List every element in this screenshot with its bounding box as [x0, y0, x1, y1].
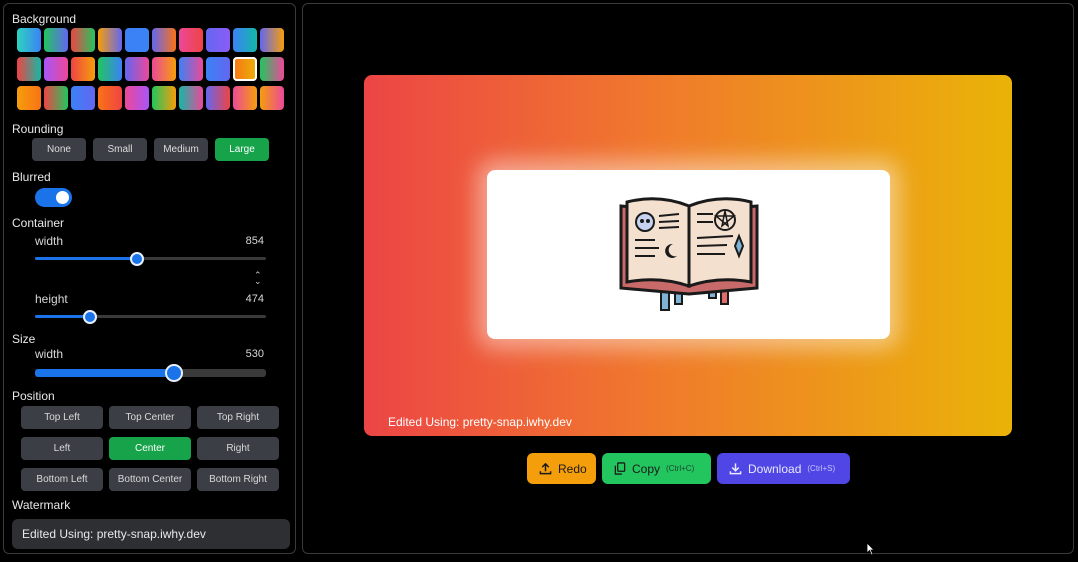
- slider-fill: [35, 369, 174, 377]
- size-width-slider[interactable]: [35, 364, 266, 382]
- background-swatch[interactable]: [152, 28, 176, 52]
- slider-fill: [35, 257, 137, 260]
- copy-shortcut: (Ctrl+C): [666, 464, 695, 473]
- settings-sidebar: Background Rounding None Small Medium Large…: [3, 3, 296, 554]
- position-right-button[interactable]: Right: [197, 437, 279, 460]
- background-swatch[interactable]: [71, 86, 95, 110]
- copy-button[interactable]: Copy (Ctrl+C): [602, 453, 711, 484]
- rounding-large-button[interactable]: Large: [215, 138, 269, 161]
- position-left-button[interactable]: Left: [21, 437, 103, 460]
- blurred-label: Blurred: [12, 170, 51, 184]
- mouse-pointer-icon: [866, 542, 875, 556]
- background-swatch[interactable]: [44, 28, 68, 52]
- position-bottom-right-button[interactable]: Bottom Right: [197, 468, 279, 491]
- rounding-medium-button[interactable]: Medium: [154, 138, 208, 161]
- download-button[interactable]: Download (Ctrl+S): [717, 453, 850, 484]
- background-swatch[interactable]: [98, 57, 122, 81]
- redo-label: Redo: [558, 461, 587, 476]
- container-width-slider[interactable]: [35, 251, 266, 266]
- rounding-label: Rounding: [12, 122, 64, 136]
- watermark-input[interactable]: [12, 519, 290, 549]
- position-bottom-center-button[interactable]: Bottom Center: [109, 468, 191, 491]
- background-swatch[interactable]: [206, 86, 230, 110]
- preview-watermark: Edited Using: pretty-snap.iwhy.dev: [388, 415, 572, 429]
- background-swatch[interactable]: [179, 28, 203, 52]
- background-swatch[interactable]: [179, 86, 203, 110]
- blurred-toggle[interactable]: [35, 188, 72, 207]
- position-options: Top Left Top Center Top Right Left Center Rig…: [21, 406, 279, 491]
- height-spinner-icon[interactable]: ⌃ ⌄: [254, 271, 262, 286]
- size-width-value: 530: [245, 348, 264, 360]
- background-swatch[interactable]: [17, 28, 41, 52]
- background-swatch[interactable]: [71, 57, 95, 81]
- background-swatch[interactable]: [260, 28, 284, 52]
- download-shortcut: (Ctrl+S): [807, 464, 836, 473]
- background-swatch[interactable]: [98, 28, 122, 52]
- position-label: Position: [12, 389, 55, 403]
- background-swatch[interactable]: [152, 57, 176, 81]
- background-swatch[interactable]: [206, 57, 230, 81]
- slider-thumb[interactable]: [83, 309, 98, 324]
- background-swatch[interactable]: [260, 86, 284, 110]
- slider-thumb[interactable]: [164, 364, 183, 382]
- container-height-value: 474: [245, 293, 264, 305]
- rounding-small-button[interactable]: Small: [93, 138, 147, 161]
- container-height-slider[interactable]: [35, 309, 266, 324]
- position-bottom-left-button[interactable]: Bottom Left: [21, 468, 103, 491]
- background-swatch[interactable]: [179, 57, 203, 81]
- position-top-right-button[interactable]: Top Right: [197, 406, 279, 429]
- download-icon: [729, 463, 742, 475]
- background-label: Background: [12, 12, 77, 26]
- size-label: Size: [12, 332, 36, 346]
- container-width-value: 854: [245, 235, 264, 247]
- preview-canvas: Edited Using: pretty-snap.iwhy.dev: [364, 75, 1012, 436]
- swatch-row: [17, 28, 289, 52]
- toggle-knob: [56, 191, 69, 204]
- rounding-none-button[interactable]: None: [32, 138, 86, 161]
- upload-icon: [539, 462, 552, 475]
- background-swatch[interactable]: [125, 86, 149, 110]
- spellbook-image-icon: [619, 197, 759, 311]
- rounding-options: None Small Medium Large: [32, 138, 269, 161]
- preview-panel: Edited Using: pretty-snap.iwhy.dev Redo …: [302, 3, 1074, 554]
- background-swatch[interactable]: [17, 86, 41, 110]
- background-swatch[interactable]: [125, 57, 149, 81]
- background-swatch[interactable]: [44, 86, 68, 110]
- background-swatch[interactable]: [125, 28, 149, 52]
- background-swatch[interactable]: [98, 86, 122, 110]
- container-width-label: width: [35, 234, 64, 248]
- position-top-center-button[interactable]: Top Center: [109, 406, 191, 429]
- redo-button[interactable]: Redo: [527, 453, 596, 484]
- background-swatch[interactable]: [233, 28, 257, 52]
- background-swatch[interactable]: [152, 86, 176, 110]
- background-swatch[interactable]: [71, 28, 95, 52]
- background-swatch[interactable]: [206, 28, 230, 52]
- background-swatch[interactable]: [233, 57, 257, 81]
- size-width-label: width: [35, 347, 64, 361]
- background-swatch[interactable]: [233, 86, 257, 110]
- container-label: Container: [12, 216, 65, 230]
- background-swatch[interactable]: [260, 57, 284, 81]
- action-bar: Redo Copy (Ctrl+C) Download (Ctrl+S): [527, 453, 850, 484]
- background-swatch[interactable]: [17, 57, 41, 81]
- position-top-left-button[interactable]: Top Left: [21, 406, 103, 429]
- container-height-label: height: [35, 292, 68, 306]
- copy-label: Copy: [632, 461, 661, 476]
- swatch-row: [17, 86, 289, 110]
- slider-thumb[interactable]: [129, 251, 144, 266]
- screenshot-card: [487, 170, 890, 339]
- copy-icon: [614, 462, 626, 475]
- slider-fill: [35, 315, 91, 318]
- download-label: Download: [748, 461, 802, 476]
- watermark-label: Watermark: [12, 498, 71, 512]
- background-swatches: [17, 28, 289, 115]
- swatch-row: [17, 57, 289, 81]
- background-swatch[interactable]: [44, 57, 68, 81]
- position-center-button[interactable]: Center: [109, 437, 191, 460]
